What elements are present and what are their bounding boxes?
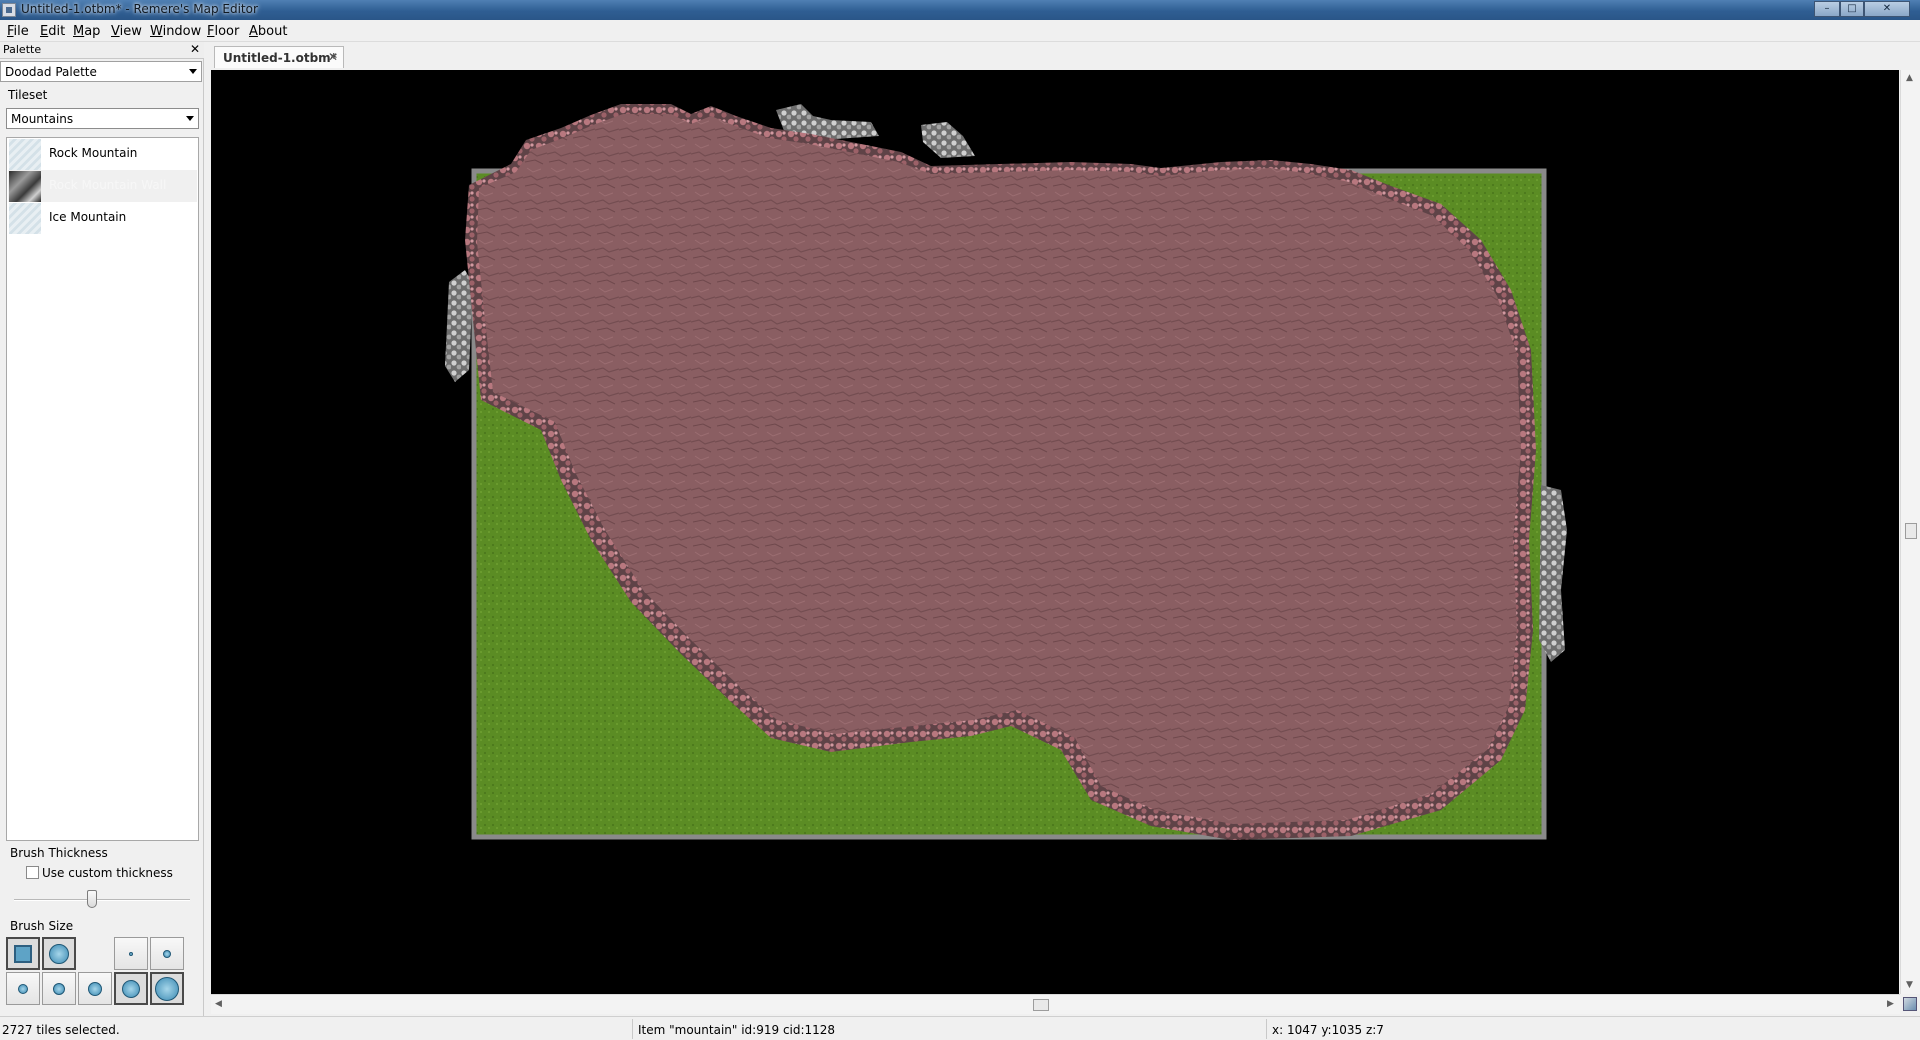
thickness-slider-handle[interactable] — [87, 890, 97, 908]
scroll-right-icon[interactable]: ▶ — [1887, 999, 1894, 1009]
map-canvas[interactable] — [211, 70, 1899, 994]
brush-size-6-icon — [122, 979, 140, 998]
brush-size-2-button[interactable] — [150, 937, 184, 970]
app-icon — [2, 3, 16, 17]
tileset-select[interactable]: Mountains — [6, 108, 199, 129]
chevron-down-icon — [186, 116, 194, 121]
status-separator — [1266, 1019, 1267, 1039]
close-window-button[interactable]: ✕ — [1864, 1, 1910, 17]
brush-size-2-icon — [163, 949, 171, 958]
palette-type-select[interactable]: Doodad Palette — [0, 61, 202, 82]
brush-size-label: Brush Size — [10, 919, 74, 933]
brush-size-5-icon — [88, 981, 102, 996]
ice-mountain-icon — [9, 203, 41, 234]
brush-item-label: Ice Mountain — [49, 210, 127, 224]
thickness-slider-track[interactable] — [14, 899, 190, 901]
scroll-up-icon[interactable]: ▲ — [1906, 73, 1913, 83]
horizontal-scroll-thumb[interactable] — [1033, 999, 1049, 1011]
scroll-left-icon[interactable]: ◀ — [215, 999, 222, 1009]
chevron-down-icon — [189, 69, 197, 74]
brush-size-3-button[interactable] — [6, 972, 40, 1005]
rock-mountain-icon — [9, 139, 41, 170]
brush-size-7-button[interactable] — [150, 972, 184, 1005]
title-bar: Untitled-1.otbm* - Remere's Map Editor –… — [0, 0, 1920, 20]
menu-floor[interactable]: Floor — [207, 24, 239, 39]
tileset-label: Tileset — [8, 88, 48, 102]
brush-size-4-button[interactable] — [42, 972, 76, 1005]
brush-shape-circle-button[interactable] — [42, 937, 76, 970]
minimize-button[interactable]: – — [1814, 1, 1840, 17]
brush-size-5-button[interactable] — [78, 972, 112, 1005]
scroll-down-icon[interactable]: ▼ — [1906, 980, 1913, 990]
document-tab-strip: Untitled-1.otbm* ✕ — [211, 44, 1920, 68]
brush-item-label: Rock Mountain Wall — [49, 178, 167, 192]
tab-untitled-1[interactable]: Untitled-1.otbm* ✕ — [214, 46, 344, 68]
status-selection: 2727 tiles selected. — [2, 1023, 120, 1037]
tab-label: Untitled-1.otbm* — [223, 51, 337, 65]
brush-size-7-icon — [155, 976, 179, 1001]
brush-item-ice-mountain[interactable]: Ice Mountain — [8, 202, 197, 234]
rock-mountain-wall-icon — [9, 171, 41, 202]
palette-close-icon[interactable]: ✕ — [188, 42, 202, 56]
window-title: Untitled-1.otbm* - Remere's Map Editor — [21, 2, 258, 16]
vertical-scroll-thumb[interactable] — [1905, 523, 1917, 539]
tab-close-icon[interactable]: ✕ — [328, 50, 338, 64]
brush-thickness-label: Brush Thickness — [10, 846, 108, 860]
brush-size-1-button[interactable] — [114, 937, 148, 970]
palette-panel: Palette ✕ Doodad Palette Tileset Mountai… — [0, 42, 204, 1016]
tileset-value: Mountains — [11, 112, 74, 126]
scroll-corner — [1900, 994, 1920, 1014]
brush-size-3-icon — [18, 983, 28, 994]
brush-size-6-button[interactable] — [114, 972, 148, 1005]
map-view — [445, 104, 1567, 840]
brush-item-rock-mountain[interactable]: Rock Mountain — [8, 138, 197, 170]
menu-file[interactable]: File — [7, 24, 29, 39]
menu-edit[interactable]: Edit — [40, 24, 65, 39]
status-item: Item "mountain" id:919 cid:1128 — [638, 1023, 836, 1037]
brush-size-1-icon — [129, 951, 133, 956]
status-separator — [632, 1019, 633, 1039]
palette-title: Palette — [3, 43, 42, 56]
menu-about[interactable]: About — [249, 24, 287, 39]
custom-thickness-label: Use custom thickness — [42, 866, 173, 880]
square-brush-icon — [14, 944, 32, 963]
status-position: x: 1047 y:1035 z:7 — [1272, 1023, 1384, 1037]
horizontal-scrollbar[interactable]: ◀ ▶ — [211, 994, 1900, 1014]
palette-header: Palette ✕ — [0, 42, 204, 59]
menu-bar: File Edit Map View Window Floor About — [0, 20, 1920, 42]
brush-item-rock-mountain-wall[interactable]: Rock Mountain Wall — [8, 170, 197, 202]
menu-map[interactable]: Map — [73, 24, 100, 39]
status-bar: 2727 tiles selected. Item "mountain" id:… — [0, 1016, 1920, 1040]
resize-grip-icon[interactable] — [1903, 997, 1917, 1011]
custom-thickness-checkbox[interactable] — [26, 866, 39, 879]
brush-list: Rock Mountain Rock Mountain Wall Ice Mou… — [6, 137, 199, 841]
vertical-scrollbar[interactable]: ▲ ▼ — [1900, 70, 1920, 994]
menu-view[interactable]: View — [111, 24, 142, 39]
brush-shape-square-button[interactable] — [6, 937, 40, 970]
menu-window[interactable]: Window — [150, 24, 201, 39]
maximize-button[interactable]: □ — [1840, 1, 1864, 17]
brush-item-label: Rock Mountain — [49, 146, 138, 160]
palette-type-value: Doodad Palette — [5, 65, 97, 79]
brush-size-4-icon — [53, 982, 65, 995]
circle-brush-icon — [49, 943, 69, 964]
